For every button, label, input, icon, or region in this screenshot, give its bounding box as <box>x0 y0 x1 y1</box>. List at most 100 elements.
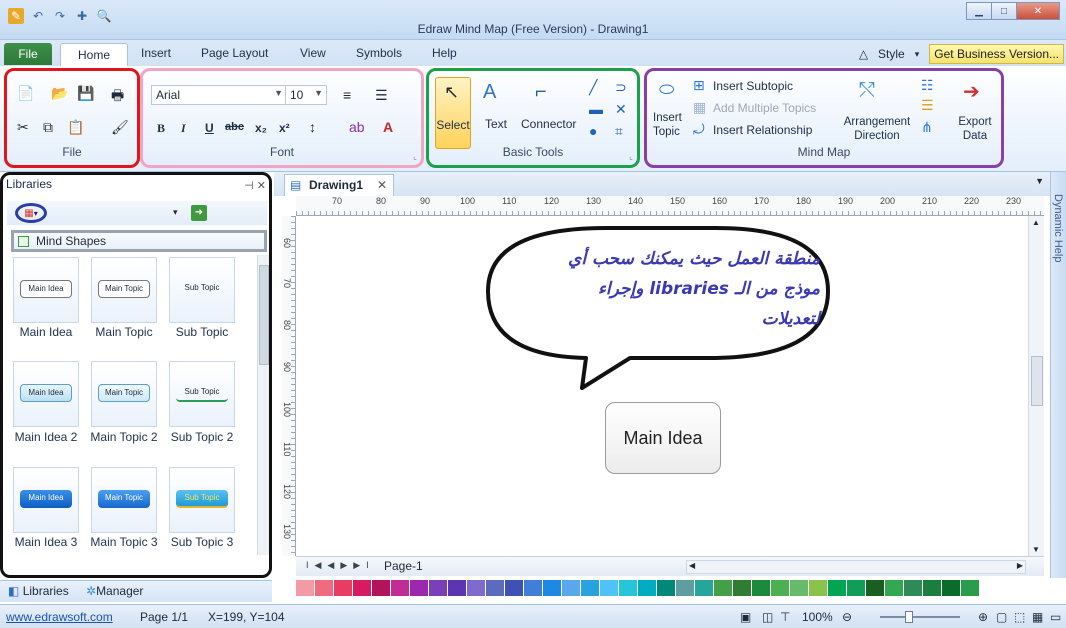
color-swatch[interactable] <box>562 580 580 596</box>
style-menu[interactable]: Style <box>878 47 905 61</box>
vertical-scrollbar[interactable]: ▲ ▼ <box>1028 216 1044 556</box>
color-swatch[interactable] <box>524 580 542 596</box>
arrangement-direction-button[interactable]: Arrangement Direction <box>837 115 917 143</box>
scrollbar-thumb[interactable] <box>1031 356 1043 406</box>
print-icon[interactable]: 🖶 <box>111 85 124 109</box>
color-swatch[interactable] <box>847 580 865 596</box>
export-data-icon[interactable]: ➔ <box>963 79 980 104</box>
text-tool-label[interactable]: Text <box>485 117 507 131</box>
color-swatch[interactable] <box>657 580 675 596</box>
bold-button[interactable]: B <box>157 121 165 136</box>
line-spacing-icon[interactable]: ↕ <box>309 119 316 135</box>
add-multiple-topics-button[interactable]: Add Multiple Topics <box>713 101 816 115</box>
line-tool-icon[interactable]: ╱ <box>589 79 597 96</box>
bullets-icon[interactable]: ☰ <box>375 87 388 104</box>
library-shape-main-topic[interactable]: Main Topic <box>91 257 157 323</box>
chevron-down-icon[interactable]: ▼ <box>1035 176 1044 186</box>
color-swatch[interactable] <box>296 580 314 596</box>
close-tab-icon[interactable]: ✕ <box>377 175 387 195</box>
strikethrough-button[interactable]: abc <box>225 121 244 133</box>
export-data-button[interactable]: Export Data <box>947 115 1003 143</box>
copy-icon[interactable]: ⧉ <box>43 119 53 136</box>
color-swatch[interactable] <box>315 580 333 596</box>
library-shape-sub-topic-2[interactable]: Sub Topic <box>169 361 235 427</box>
fit-page-icon[interactable]: ▢ <box>996 610 1007 624</box>
dynamic-help-panel[interactable]: Dynamic Help <box>1050 172 1066 578</box>
paste-icon[interactable]: 📋 <box>67 119 84 136</box>
tab-page-layout[interactable]: Page Layout <box>201 46 268 60</box>
save-icon[interactable]: 💾 <box>77 85 94 102</box>
subscript-button[interactable]: x₂ <box>255 121 267 135</box>
scroll-up-icon[interactable]: ▲ <box>1032 218 1040 227</box>
branch-icon[interactable]: ⋔ <box>921 119 933 136</box>
split-view-icon[interactable]: ◫ <box>762 610 773 624</box>
close-button[interactable]: ✕ <box>1016 2 1060 20</box>
dialog-launcher-icon[interactable]: ⌞ <box>413 152 417 161</box>
minimize-button[interactable]: ▁ <box>966 2 992 20</box>
color-swatch[interactable] <box>391 580 409 596</box>
color-swatch[interactable] <box>961 580 979 596</box>
color-swatch[interactable] <box>638 580 656 596</box>
library-shape-sub-topic-3[interactable]: Sub Topic <box>169 467 235 533</box>
zoom-out-icon[interactable]: ⊖ <box>842 610 852 624</box>
page-tab[interactable]: Page-1 <box>384 559 423 573</box>
select-button[interactable]: ↖ Select <box>435 77 471 149</box>
scroll-right-icon[interactable]: ▶ <box>1017 561 1023 570</box>
style-dropdown-icon[interactable]: ▾ <box>915 49 920 60</box>
color-swatch[interactable] <box>809 580 827 596</box>
library-category-mind-shapes[interactable]: Mind Shapes <box>11 230 267 252</box>
font-color-icon[interactable]: A <box>383 119 393 135</box>
library-shape-main-topic-2[interactable]: Main Topic <box>91 361 157 427</box>
zoom-in-icon[interactable]: ⊕ <box>978 610 988 624</box>
chevron-down-icon[interactable]: ▾ <box>173 207 178 218</box>
insert-topic-button[interactable]: Insert Topic <box>653 111 689 139</box>
color-swatch[interactable] <box>334 580 352 596</box>
color-swatch[interactable] <box>904 580 922 596</box>
color-swatch[interactable] <box>619 580 637 596</box>
insert-subtopic-button[interactable]: Insert Subtopic <box>713 79 793 93</box>
text-tool-icon[interactable]: A <box>483 81 496 104</box>
color-swatch[interactable] <box>410 580 428 596</box>
cross-tool-icon[interactable]: ✕ <box>615 101 627 118</box>
color-swatch[interactable] <box>581 580 599 596</box>
color-swatch[interactable] <box>828 580 846 596</box>
open-folder-icon[interactable]: 📂 <box>51 85 68 102</box>
get-business-version-button[interactable]: Get Business Version... <box>929 44 1064 64</box>
superscript-button[interactable]: x² <box>279 121 290 135</box>
tab-drawing1[interactable]: ▤ Drawing1 ✕ <box>284 174 394 196</box>
color-swatch[interactable] <box>543 580 561 596</box>
align-icon[interactable]: ≡ <box>343 87 351 103</box>
tab-home[interactable]: Home <box>60 43 128 67</box>
library-grid-icon[interactable]: ▦ ▾ <box>15 203 47 223</box>
arc-tool-icon[interactable]: ⊃ <box>615 79 627 96</box>
open-library-icon[interactable]: ➜ <box>191 205 207 221</box>
page-nav-arrows[interactable]: I◀◀▶▶I <box>306 560 375 571</box>
connector-icon[interactable]: ⌐ <box>535 81 547 104</box>
library-shape-main-idea-3[interactable]: Main Idea <box>13 467 79 533</box>
pin-view-icon[interactable]: ⊤ <box>780 610 790 624</box>
main-idea-shape[interactable]: Main Idea <box>605 402 721 474</box>
website-link[interactable]: www.edrawsoft.com <box>6 610 113 624</box>
color-swatch[interactable] <box>486 580 504 596</box>
ellipse-tool-icon[interactable]: ● <box>589 123 597 139</box>
tab-libraries[interactable]: ◧ Libraries <box>8 584 69 598</box>
font-family-select[interactable]: Arial ▼ <box>151 85 287 105</box>
crop-tool-icon[interactable]: ⌗ <box>615 123 623 140</box>
library-shape-main-idea-2[interactable]: Main Idea <box>13 361 79 427</box>
rectangle-tool-icon[interactable]: ▬ <box>589 101 603 117</box>
fullscreen-icon[interactable]: ▭ <box>1050 610 1061 624</box>
tab-manager[interactable]: ✲Manager <box>86 584 143 598</box>
italic-button[interactable]: I <box>181 121 186 136</box>
color-swatch[interactable] <box>429 580 447 596</box>
underline-button[interactable]: U <box>205 121 214 135</box>
library-shape-sub-topic[interactable]: Sub Topic <box>169 257 235 323</box>
color-swatch[interactable] <box>505 580 523 596</box>
fit-width-icon[interactable]: ⬚ <box>1014 610 1025 624</box>
color-swatch[interactable] <box>600 580 618 596</box>
insert-topic-icon[interactable]: ⬭ <box>659 79 674 100</box>
new-file-icon[interactable]: 📄 <box>17 85 34 102</box>
library-shape-main-topic-3[interactable]: Main Topic <box>91 467 157 533</box>
format-painter-icon[interactable]: 🖌 <box>111 119 129 136</box>
horizontal-scrollbar[interactable]: ◀ ▶ <box>686 560 1026 574</box>
font-size-select[interactable]: 10 ▼ <box>285 85 327 105</box>
